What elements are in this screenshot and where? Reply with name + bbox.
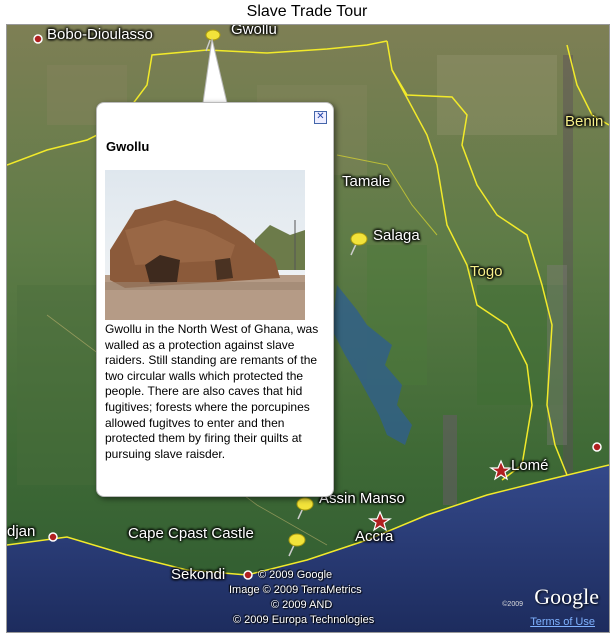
copyright-google: © 2009 Google [258, 569, 333, 581]
label-gwollu: Gwollu [231, 24, 277, 38]
label-tamale: Tamale [342, 173, 391, 190]
label-salaga: Salaga [373, 227, 420, 244]
label-cape-coast-castle: Cape Cpast Castle [128, 525, 254, 542]
city-marker[interactable] [243, 570, 253, 580]
label-togo: Togo [470, 263, 503, 280]
city-marker[interactable] [33, 34, 43, 44]
info-popup: ✕ Gwollu Gwollu in the North West of Gha… [96, 102, 334, 497]
city-marker[interactable] [48, 532, 58, 542]
copyright-terrametrics: Image © 2009 TerraMetrics [229, 584, 362, 596]
small-copyright: ©2009 [502, 601, 523, 608]
copyright-and: © 2009 AND [271, 599, 333, 611]
label-accra: Accra [355, 528, 394, 545]
popup-title: Gwollu [106, 139, 150, 154]
label-benin: Benin [565, 113, 604, 130]
label-sekondi: Sekondi [171, 566, 226, 583]
label-lome: Lomé [511, 457, 549, 474]
page-title: Slave Trade Tour [246, 3, 368, 20]
terms-of-use-link[interactable]: Terms of Use [530, 616, 595, 628]
map-view[interactable]: Bobo-Dioulasso Gwollu Tamale Salaga Beni… [6, 24, 610, 633]
copyright-europa: © 2009 Europa Technologies [233, 614, 375, 626]
fort-photo [105, 170, 305, 320]
label-abidjan: djan [7, 523, 36, 540]
popup-description: Gwollu in the North West of Ghana, was w… [105, 322, 319, 461]
google-logo: Google [534, 584, 599, 609]
label-bobo-dioulasso: Bobo-Dioulasso [47, 26, 153, 43]
city-marker[interactable] [592, 442, 602, 452]
close-icon[interactable]: ✕ [314, 111, 327, 124]
